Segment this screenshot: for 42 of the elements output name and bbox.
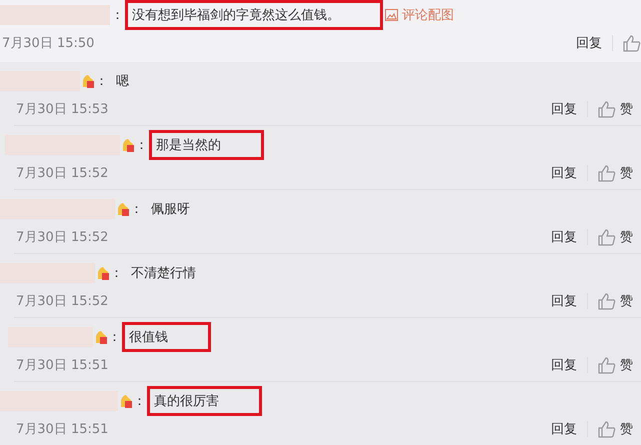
reply-text: 很值钱 <box>122 322 211 352</box>
reply-time: 7月30日 15:52 <box>15 229 108 246</box>
reply-time: 7月30日 15:51 <box>15 357 108 374</box>
reply-link[interactable]: 回复 <box>551 228 577 246</box>
like-button[interactable]: 赞 <box>598 356 633 374</box>
like-button[interactable]: 赞 <box>598 420 633 438</box>
badge-icon <box>120 394 132 408</box>
comment-time: 7月30日 15:50 <box>1 35 94 52</box>
reply-time: 7月30日 15:52 <box>15 293 108 310</box>
badge-icon <box>82 74 94 88</box>
image-icon <box>385 9 398 21</box>
reply-link[interactable]: 回复 <box>551 164 577 182</box>
reply-link[interactable]: 回复 <box>551 356 577 374</box>
colon: ： <box>135 137 148 154</box>
colon: ： <box>130 201 143 218</box>
reply-link[interactable]: 回复 <box>576 34 602 52</box>
colon: ： <box>95 73 108 90</box>
reply-link[interactable]: 回复 <box>551 100 577 118</box>
like-button[interactable]: 赞 <box>598 292 633 310</box>
badge-icon <box>95 330 107 344</box>
reply-link[interactable]: 回复 <box>551 292 577 310</box>
like-icon[interactable] <box>623 34 641 52</box>
colon: ： <box>111 7 124 24</box>
like-button[interactable]: 赞 <box>598 228 633 246</box>
reply-time: 7月30日 15:51 <box>15 421 108 438</box>
reply-time: 7月30日 15:53 <box>15 101 108 118</box>
reply-time: 7月30日 15:52 <box>15 165 108 182</box>
like-button[interactable]: 赞 <box>598 164 633 182</box>
colon: ： <box>110 265 123 282</box>
reply-text: 嗯 <box>115 73 130 91</box>
colon: ： <box>108 329 121 346</box>
comment-text: 没有想到毕福剑的字竟然这么值钱。 <box>125 0 383 30</box>
reply-link[interactable]: 回复 <box>551 420 577 438</box>
badge-icon <box>97 266 109 280</box>
badge-icon <box>117 202 129 216</box>
reply-text: 佩服呀 <box>150 201 191 219</box>
reply-text: 真的很厉害 <box>147 386 262 416</box>
reply-text: 不清楚行情 <box>130 265 197 283</box>
reply-text: 那是当然的 <box>149 130 264 160</box>
badge-icon <box>122 138 134 152</box>
like-button[interactable]: 赞 <box>598 100 633 118</box>
colon: ： <box>133 393 146 410</box>
